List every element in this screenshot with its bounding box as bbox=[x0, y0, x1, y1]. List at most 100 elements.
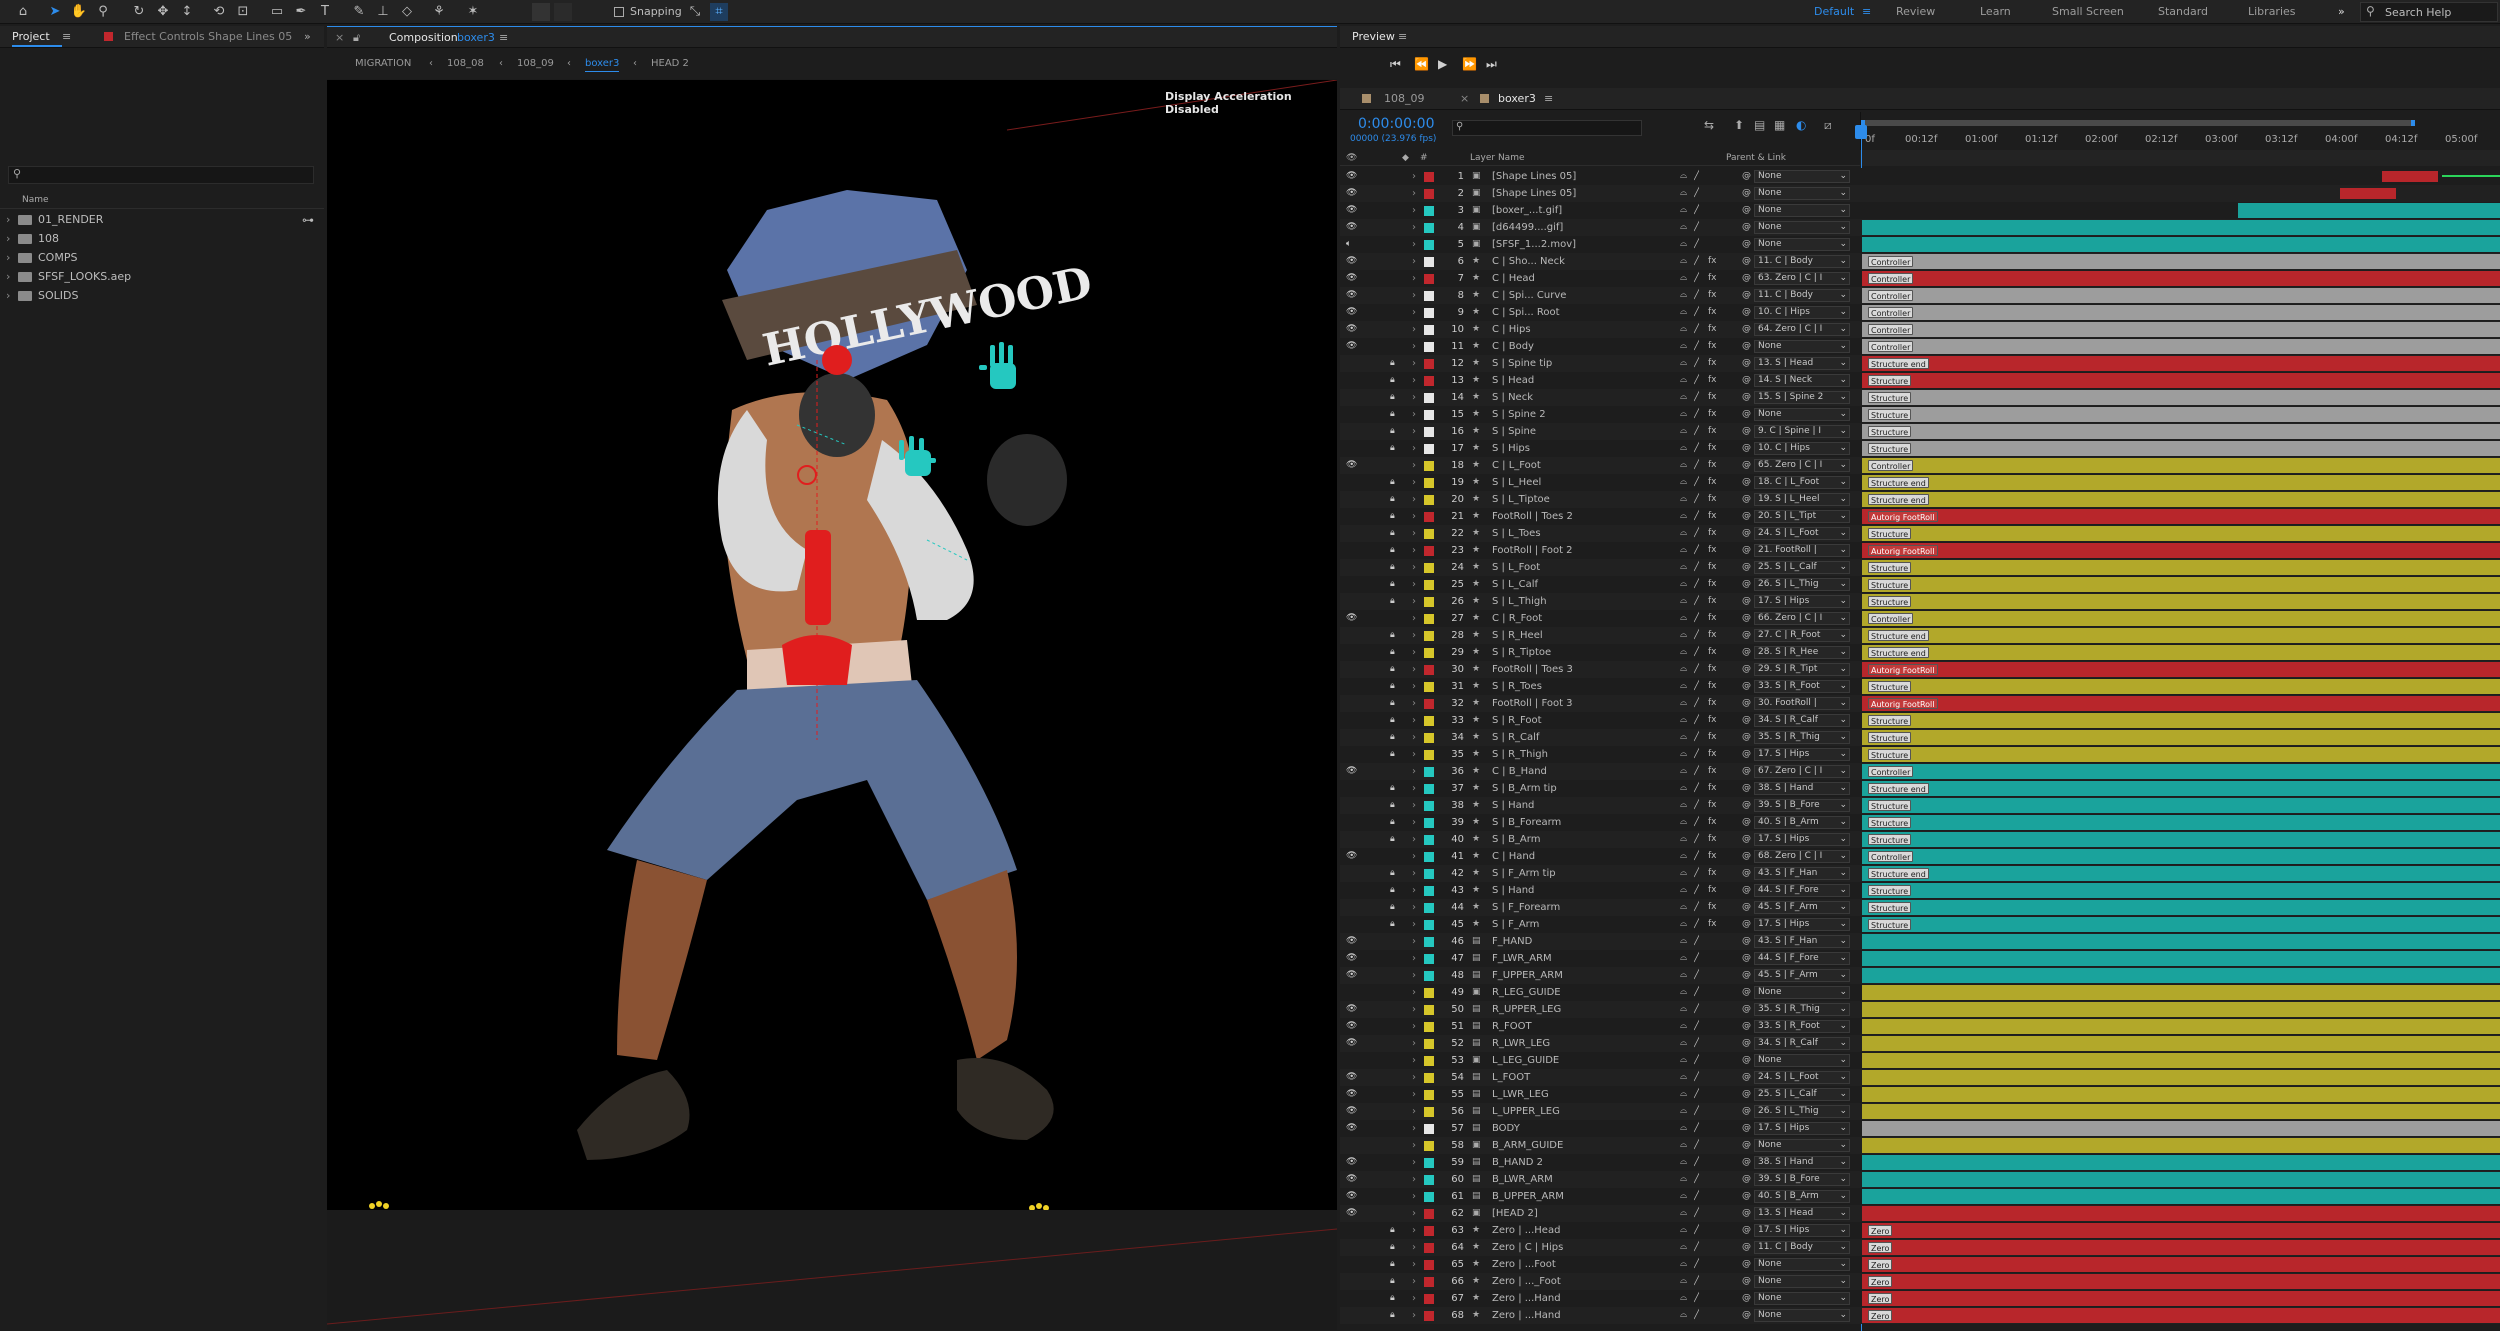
shy-switch-icon[interactable]: ⌓ bbox=[1680, 1069, 1687, 1086]
shy-switch-icon[interactable]: ⌓ bbox=[1680, 287, 1687, 304]
quality-switch-icon[interactable]: ╱ bbox=[1694, 253, 1699, 270]
fx-switch-icon[interactable]: fx bbox=[1708, 593, 1717, 610]
fx-switch-icon[interactable]: fx bbox=[1708, 474, 1717, 491]
layer-label-swatch[interactable] bbox=[1424, 699, 1434, 709]
shy-switch-icon[interactable]: ⌓ bbox=[1680, 508, 1687, 525]
layer-name[interactable]: B_UPPER_ARM bbox=[1492, 1188, 1682, 1205]
layer-name[interactable]: BODY bbox=[1492, 1120, 1682, 1137]
workspace-learn[interactable]: Learn bbox=[1980, 5, 2011, 18]
layer-row[interactable]: 🔒︎ › 68 ★ Zero | ...Hand ⌓ ╱ @ None ⌄ Zero bbox=[1340, 1307, 2500, 1324]
layer-name[interactable]: S | F_Arm tip bbox=[1492, 865, 1682, 882]
visibility-eye-icon[interactable]: 👁︎ bbox=[1346, 1120, 1357, 1137]
pickwhip-icon[interactable]: @ bbox=[1742, 423, 1751, 440]
lock-icon[interactable]: 🔒︎ bbox=[1390, 729, 1395, 746]
layer-label-swatch[interactable] bbox=[1424, 257, 1434, 267]
expand-chevron-icon[interactable]: › bbox=[1412, 797, 1416, 814]
layer-row[interactable]: 🔒︎ › 19 ★ S | L_Heel ⌓ ╱ fx @18. C | L_Foot ⌄ Stru… bbox=[1340, 474, 2500, 491]
pickwhip-icon[interactable]: @ bbox=[1742, 1137, 1751, 1154]
layer-duration-bar[interactable]: Controller bbox=[1862, 611, 2500, 626]
layer-row[interactable]: 👁︎ › 62 ▣ [HEAD 2] ⌓ ╱ @13. S | Head ⌄ bbox=[1340, 1205, 2500, 1222]
layer-duration-bar[interactable]: Autorig FootRoll bbox=[1862, 696, 2500, 711]
pickwhip-icon[interactable]: @ bbox=[1742, 1120, 1751, 1137]
parent-dropdown[interactable]: 68. Zero | C | I ⌄ bbox=[1754, 850, 1850, 863]
layer-row[interactable]: 🔒︎ › 13 ★ S | Head ⌓ ╱ fx @14. S | Neck ⌄ Structur… bbox=[1340, 372, 2500, 389]
layer-label-swatch[interactable] bbox=[1424, 495, 1434, 505]
layer-duration-bar[interactable]: Autorig FootRoll bbox=[1862, 543, 2500, 558]
lock-icon[interactable]: 🔒︎ bbox=[1390, 831, 1395, 848]
layer-name[interactable]: R_FOOT bbox=[1492, 1018, 1682, 1035]
parent-dropdown[interactable]: 39. S | B_Fore ⌄ bbox=[1754, 799, 1850, 812]
expand-chevron-icon[interactable]: › bbox=[1412, 1154, 1416, 1171]
expand-chevron-icon[interactable]: › bbox=[1412, 1205, 1416, 1222]
layer-marker[interactable]: Zero bbox=[1868, 1276, 1893, 1287]
layer-label-swatch[interactable] bbox=[1424, 852, 1434, 862]
layer-name[interactable]: S | L_Tiptoe bbox=[1492, 491, 1682, 508]
workspace-libraries[interactable]: Libraries bbox=[2248, 5, 2296, 18]
expand-chevron-icon[interactable]: › bbox=[1412, 219, 1416, 236]
layer-marker[interactable]: Zero bbox=[1868, 1293, 1893, 1304]
parent-dropdown[interactable]: 40. S | B_Arm ⌄ bbox=[1754, 1190, 1850, 1203]
layer-name[interactable]: B_LWR_ARM bbox=[1492, 1171, 1682, 1188]
pickwhip-icon[interactable]: @ bbox=[1742, 270, 1751, 287]
layer-marker[interactable]: Structure end bbox=[1868, 647, 1929, 658]
hand-tool-icon[interactable]: ✋ bbox=[70, 3, 88, 21]
layer-row[interactable]: 👁︎ › 48 ▤ F_UPPER_ARM ⌓ ╱ @45. S | F_Arm ⌄ bbox=[1340, 967, 2500, 984]
layer-label-swatch[interactable] bbox=[1424, 665, 1434, 675]
pickwhip-icon[interactable]: @ bbox=[1742, 1273, 1751, 1290]
shy-switch-icon[interactable]: ⌓ bbox=[1680, 1137, 1687, 1154]
shy-switch-icon[interactable]: ⌓ bbox=[1680, 202, 1687, 219]
layer-label-swatch[interactable] bbox=[1424, 461, 1434, 471]
layer-duration-bar[interactable]: Controller bbox=[1862, 254, 2500, 269]
layer-duration-bar[interactable]: Zero bbox=[1862, 1308, 2500, 1323]
pan-tool-icon[interactable]: ✥ bbox=[154, 3, 172, 21]
expand-chevron-icon[interactable]: › bbox=[1412, 678, 1416, 695]
layer-name[interactable]: C | L_Foot bbox=[1492, 457, 1682, 474]
search-help-field[interactable]: ⚲ Search Help bbox=[2360, 2, 2498, 22]
shy-switch-icon[interactable]: ⌓ bbox=[1680, 1120, 1687, 1137]
visibility-eye-icon[interactable]: 👁︎ bbox=[1346, 1188, 1357, 1205]
layer-name[interactable]: S | Head bbox=[1492, 372, 1682, 389]
quality-switch-icon[interactable]: ╱ bbox=[1694, 440, 1699, 457]
project-search-input[interactable]: ⚲ bbox=[8, 166, 314, 184]
layer-label-swatch[interactable] bbox=[1424, 937, 1434, 947]
shy-switch-icon[interactable]: ⌓ bbox=[1680, 1035, 1687, 1052]
layer-marker[interactable]: Structure bbox=[1868, 715, 1912, 726]
shy-switch-icon[interactable]: ⌓ bbox=[1680, 1001, 1687, 1018]
parent-dropdown[interactable]: None ⌄ bbox=[1754, 986, 1850, 999]
fx-switch-icon[interactable]: fx bbox=[1708, 304, 1717, 321]
more-panels-icon[interactable]: » bbox=[304, 26, 311, 48]
layer-row[interactable]: 🔒︎ › 31 ★ S | R_Toes ⌓ ╱ fx @33. S | R_Foot ⌄ Stru… bbox=[1340, 678, 2500, 695]
quality-switch-icon[interactable]: ╱ bbox=[1694, 797, 1699, 814]
visibility-eye-icon[interactable]: 👁︎ bbox=[1346, 185, 1357, 202]
shy-switch-icon[interactable]: ⌓ bbox=[1680, 1086, 1687, 1103]
layer-label-swatch[interactable] bbox=[1424, 563, 1434, 573]
parent-dropdown[interactable]: 10. C | Hips ⌄ bbox=[1754, 442, 1850, 455]
quality-switch-icon[interactable]: ╱ bbox=[1694, 1171, 1699, 1188]
quality-switch-icon[interactable]: ╱ bbox=[1694, 644, 1699, 661]
parent-dropdown[interactable]: 67. Zero | C | I ⌄ bbox=[1754, 765, 1850, 778]
lock-icon[interactable]: 🔒︎ bbox=[1390, 1290, 1395, 1307]
lock-icon[interactable]: 🔒︎ bbox=[1390, 491, 1395, 508]
quality-switch-icon[interactable]: ╱ bbox=[1694, 1256, 1699, 1273]
pickwhip-icon[interactable]: @ bbox=[1742, 321, 1751, 338]
layer-marker[interactable]: Controller bbox=[1868, 307, 1914, 318]
lock-icon[interactable]: 🔒︎ bbox=[1390, 916, 1395, 933]
quality-switch-icon[interactable]: ╱ bbox=[1694, 1018, 1699, 1035]
fx-switch-icon[interactable]: fx bbox=[1708, 576, 1717, 593]
visibility-eye-icon[interactable]: 👁︎ bbox=[1346, 967, 1357, 984]
pickwhip-icon[interactable]: @ bbox=[1742, 253, 1751, 270]
parent-dropdown[interactable]: 21. FootRoll | ⌄ bbox=[1754, 544, 1850, 557]
parent-dropdown[interactable]: None ⌄ bbox=[1754, 408, 1850, 421]
layer-duration-bar[interactable] bbox=[1862, 1019, 2500, 1034]
pickwhip-icon[interactable]: @ bbox=[1742, 474, 1751, 491]
layer-label-swatch[interactable] bbox=[1424, 631, 1434, 641]
quality-switch-icon[interactable]: ╱ bbox=[1694, 882, 1699, 899]
pickwhip-icon[interactable]: @ bbox=[1742, 1290, 1751, 1307]
layer-marker[interactable]: Structure bbox=[1868, 443, 1912, 454]
layer-label-swatch[interactable] bbox=[1424, 529, 1434, 539]
fx-switch-icon[interactable]: fx bbox=[1708, 559, 1717, 576]
fx-switch-icon[interactable]: fx bbox=[1708, 491, 1717, 508]
layer-row[interactable]: 🔒︎ › 16 ★ S | Spine ⌓ ╱ fx @9. C | Spine | I ⌄ Str… bbox=[1340, 423, 2500, 440]
layer-row[interactable]: 🔒︎ › 39 ★ S | B_Forearm ⌓ ╱ fx @40. S | B_Arm ⌄ St… bbox=[1340, 814, 2500, 831]
expand-chevron-icon[interactable]: › bbox=[1412, 1256, 1416, 1273]
